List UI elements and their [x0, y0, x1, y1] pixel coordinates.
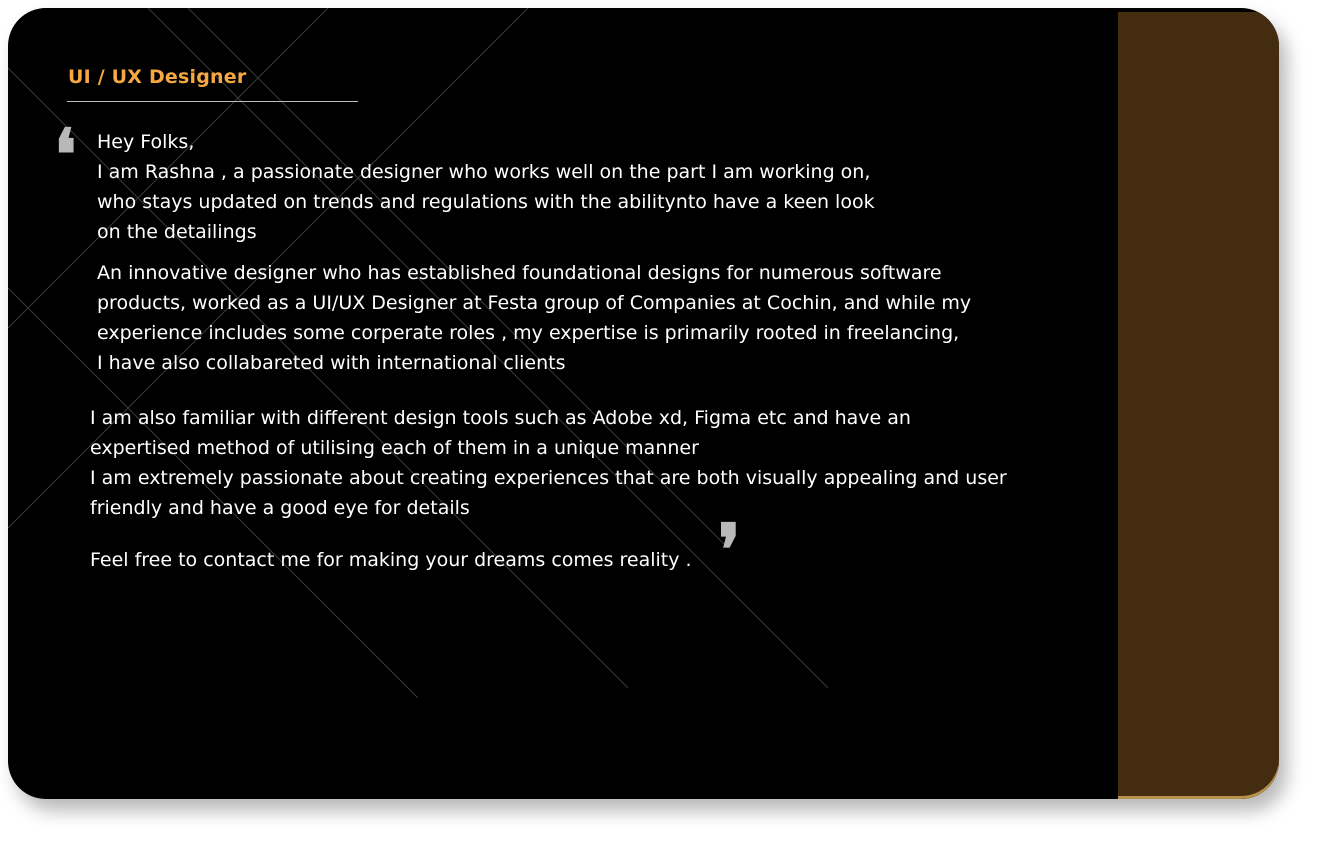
intro-line: who stays updated on trends and regulati…: [97, 191, 875, 213]
experience-paragraph: An innovative designer who has establish…: [97, 258, 971, 378]
intro-line: Hey Folks,: [97, 131, 195, 153]
closing-line: Feel free to contact me for making your …: [90, 549, 692, 571]
tools-line: expertised method of utilising each of t…: [90, 437, 699, 459]
title-underline: [67, 101, 358, 102]
experience-line: I have also collabareted with internatio…: [97, 352, 566, 374]
intro-line: I am Rashna , a passionate designer who …: [97, 161, 871, 183]
experience-line: An innovative designer who has establish…: [97, 262, 942, 284]
profile-card: UI / UX Designer ❛ Hey Folks, I am Rashn…: [8, 8, 1279, 799]
experience-line: experience includes some corperate roles…: [97, 322, 960, 344]
close-quote-icon: ❜: [718, 508, 741, 591]
role-title: UI / UX Designer: [68, 66, 247, 88]
side-panel: [1118, 12, 1279, 799]
tools-line: friendly and have a good eye for details: [90, 497, 470, 519]
closing-paragraph: Feel free to contact me for making your …: [90, 545, 692, 575]
tools-line: I am also familiar with different design…: [90, 407, 911, 429]
intro-paragraph: Hey Folks, I am Rashna , a passionate de…: [97, 127, 875, 247]
tools-paragraph: I am also familiar with different design…: [90, 403, 1007, 523]
tools-line: I am extremely passionate about creating…: [90, 467, 1007, 489]
open-quote-icon: ❛: [54, 113, 77, 196]
intro-line: on the detailings: [97, 221, 257, 243]
experience-line: products, worked as a UI/UX Designer at …: [97, 292, 972, 314]
